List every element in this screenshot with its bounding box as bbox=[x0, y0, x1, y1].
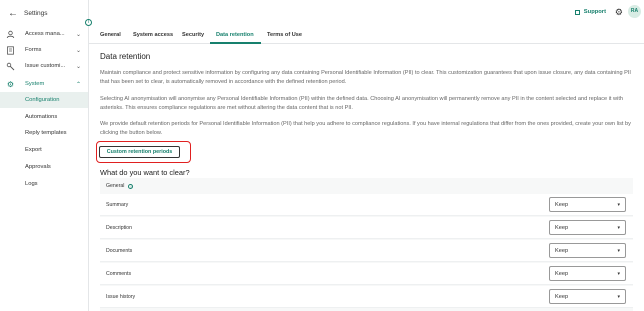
sidebar: ← Settings Access mana... ⌄ Forms ⌄ Issu… bbox=[0, 0, 89, 311]
sidebar-subitem-configuration[interactable]: Configuration bbox=[0, 92, 88, 108]
avatar[interactable]: RA bbox=[628, 5, 641, 18]
chevron-down-icon: ⌄ bbox=[75, 47, 81, 54]
sidebar-item-label: Issue customi... bbox=[25, 63, 66, 69]
description-paragraph-3: We provide default retention periods for… bbox=[100, 121, 631, 136]
gear-icon: ⚙ bbox=[6, 79, 15, 89]
caret-down-icon: ▾ bbox=[617, 202, 620, 208]
select-value: Keep bbox=[555, 294, 569, 300]
tab-security[interactable]: Security bbox=[182, 32, 204, 38]
chevron-down-icon: ⌄ bbox=[75, 63, 81, 70]
tab-terms-of-use[interactable]: Terms of Use bbox=[267, 32, 302, 38]
main-content: Data retention Maintain compliance and p… bbox=[89, 44, 644, 311]
table-row: Summary Keep ▾ bbox=[100, 194, 633, 216]
sidebar-item-access-management[interactable]: Access mana... ⌄ bbox=[0, 26, 88, 42]
form-icon bbox=[6, 45, 15, 55]
group-header: General i bbox=[100, 178, 633, 194]
retention-select[interactable]: Keep ▾ bbox=[549, 243, 626, 258]
section-title: What do you want to clear? bbox=[100, 168, 190, 177]
table-row: Comments Keep ▾ bbox=[100, 263, 633, 285]
sidebar-subitem-approvals[interactable]: Approvals bbox=[0, 159, 88, 175]
caret-down-icon: ▾ bbox=[617, 294, 620, 300]
retention-select[interactable]: Keep ▾ bbox=[549, 220, 626, 235]
top-bar: Support ⚙ RA bbox=[89, 0, 644, 26]
sidebar-title: Settings bbox=[24, 9, 48, 17]
sidebar-item-label: Forms bbox=[25, 47, 42, 53]
retention-table: General i Summary Keep ▾ Description Kee… bbox=[100, 178, 633, 311]
group-label: General bbox=[106, 183, 125, 189]
chevron-down-icon: ⌄ bbox=[75, 31, 81, 38]
sidebar-subitem-automations[interactable]: Automations bbox=[0, 109, 88, 125]
table-row: Issue history Keep ▾ bbox=[100, 286, 633, 308]
settings-tabs: General System access Security Data rete… bbox=[89, 30, 644, 44]
wrench-icon bbox=[6, 62, 15, 71]
retention-select[interactable]: Keep ▾ bbox=[549, 266, 626, 281]
caret-down-icon: ▾ bbox=[617, 248, 620, 254]
caret-down-icon: ▾ bbox=[617, 225, 620, 231]
tab-system-access[interactable]: System access bbox=[133, 32, 173, 38]
retention-select[interactable]: Keep ▾ bbox=[549, 197, 626, 212]
page-title: Data retention bbox=[100, 52, 151, 61]
sidebar-item-issue-customisation[interactable]: Issue customi... ⌄ bbox=[0, 58, 88, 74]
table-row: Description Keep ▾ bbox=[100, 217, 633, 239]
row-label: Description bbox=[106, 225, 132, 231]
select-value: Keep bbox=[555, 271, 569, 277]
row-label: Documents bbox=[106, 248, 133, 254]
support-link[interactable]: Support bbox=[574, 9, 606, 15]
retention-select[interactable]: Keep ▾ bbox=[549, 289, 626, 304]
select-value: Keep bbox=[555, 248, 569, 254]
custom-retention-periods-button[interactable]: Custom retention periods bbox=[99, 146, 180, 158]
sidebar-item-label: Access mana... bbox=[25, 31, 65, 37]
sidebar-subitem-export[interactable]: Export bbox=[0, 142, 88, 158]
tab-general[interactable]: General bbox=[100, 32, 121, 38]
sidebar-item-label: System bbox=[25, 81, 45, 87]
select-value: Keep bbox=[555, 225, 569, 231]
description-paragraph-2: Selecting AI anonymisation will anonymis… bbox=[100, 96, 623, 111]
sidebar-header: ← Settings bbox=[0, 0, 88, 26]
row-label: Comments bbox=[106, 271, 132, 277]
support-icon bbox=[574, 9, 580, 15]
user-icon bbox=[6, 30, 15, 39]
sidebar-item-system[interactable]: ⚙ System ⌃ bbox=[0, 76, 88, 92]
table-row: Documents Keep ▾ bbox=[100, 240, 633, 262]
sidebar-subitem-logs[interactable]: Logs bbox=[0, 176, 88, 192]
caret-down-icon: ▾ bbox=[617, 271, 620, 277]
description-paragraph-1: Maintain compliance and protect sensitiv… bbox=[100, 70, 631, 85]
row-label: Issue history bbox=[106, 294, 136, 300]
info-icon[interactable]: i bbox=[128, 183, 134, 189]
select-value: Keep bbox=[555, 202, 569, 208]
sidebar-subitem-reply-templates[interactable]: Reply templates bbox=[0, 125, 88, 141]
chevron-up-icon: ⌃ bbox=[75, 81, 81, 88]
sidebar-item-forms[interactable]: Forms ⌄ bbox=[0, 42, 88, 58]
gear-icon[interactable]: ⚙ bbox=[615, 7, 623, 18]
arrow-left-icon[interactable]: ← bbox=[8, 8, 18, 19]
tab-data-retention[interactable]: Data retention bbox=[216, 32, 254, 38]
row-label: Summary bbox=[106, 202, 129, 208]
support-label: Support bbox=[583, 9, 606, 15]
